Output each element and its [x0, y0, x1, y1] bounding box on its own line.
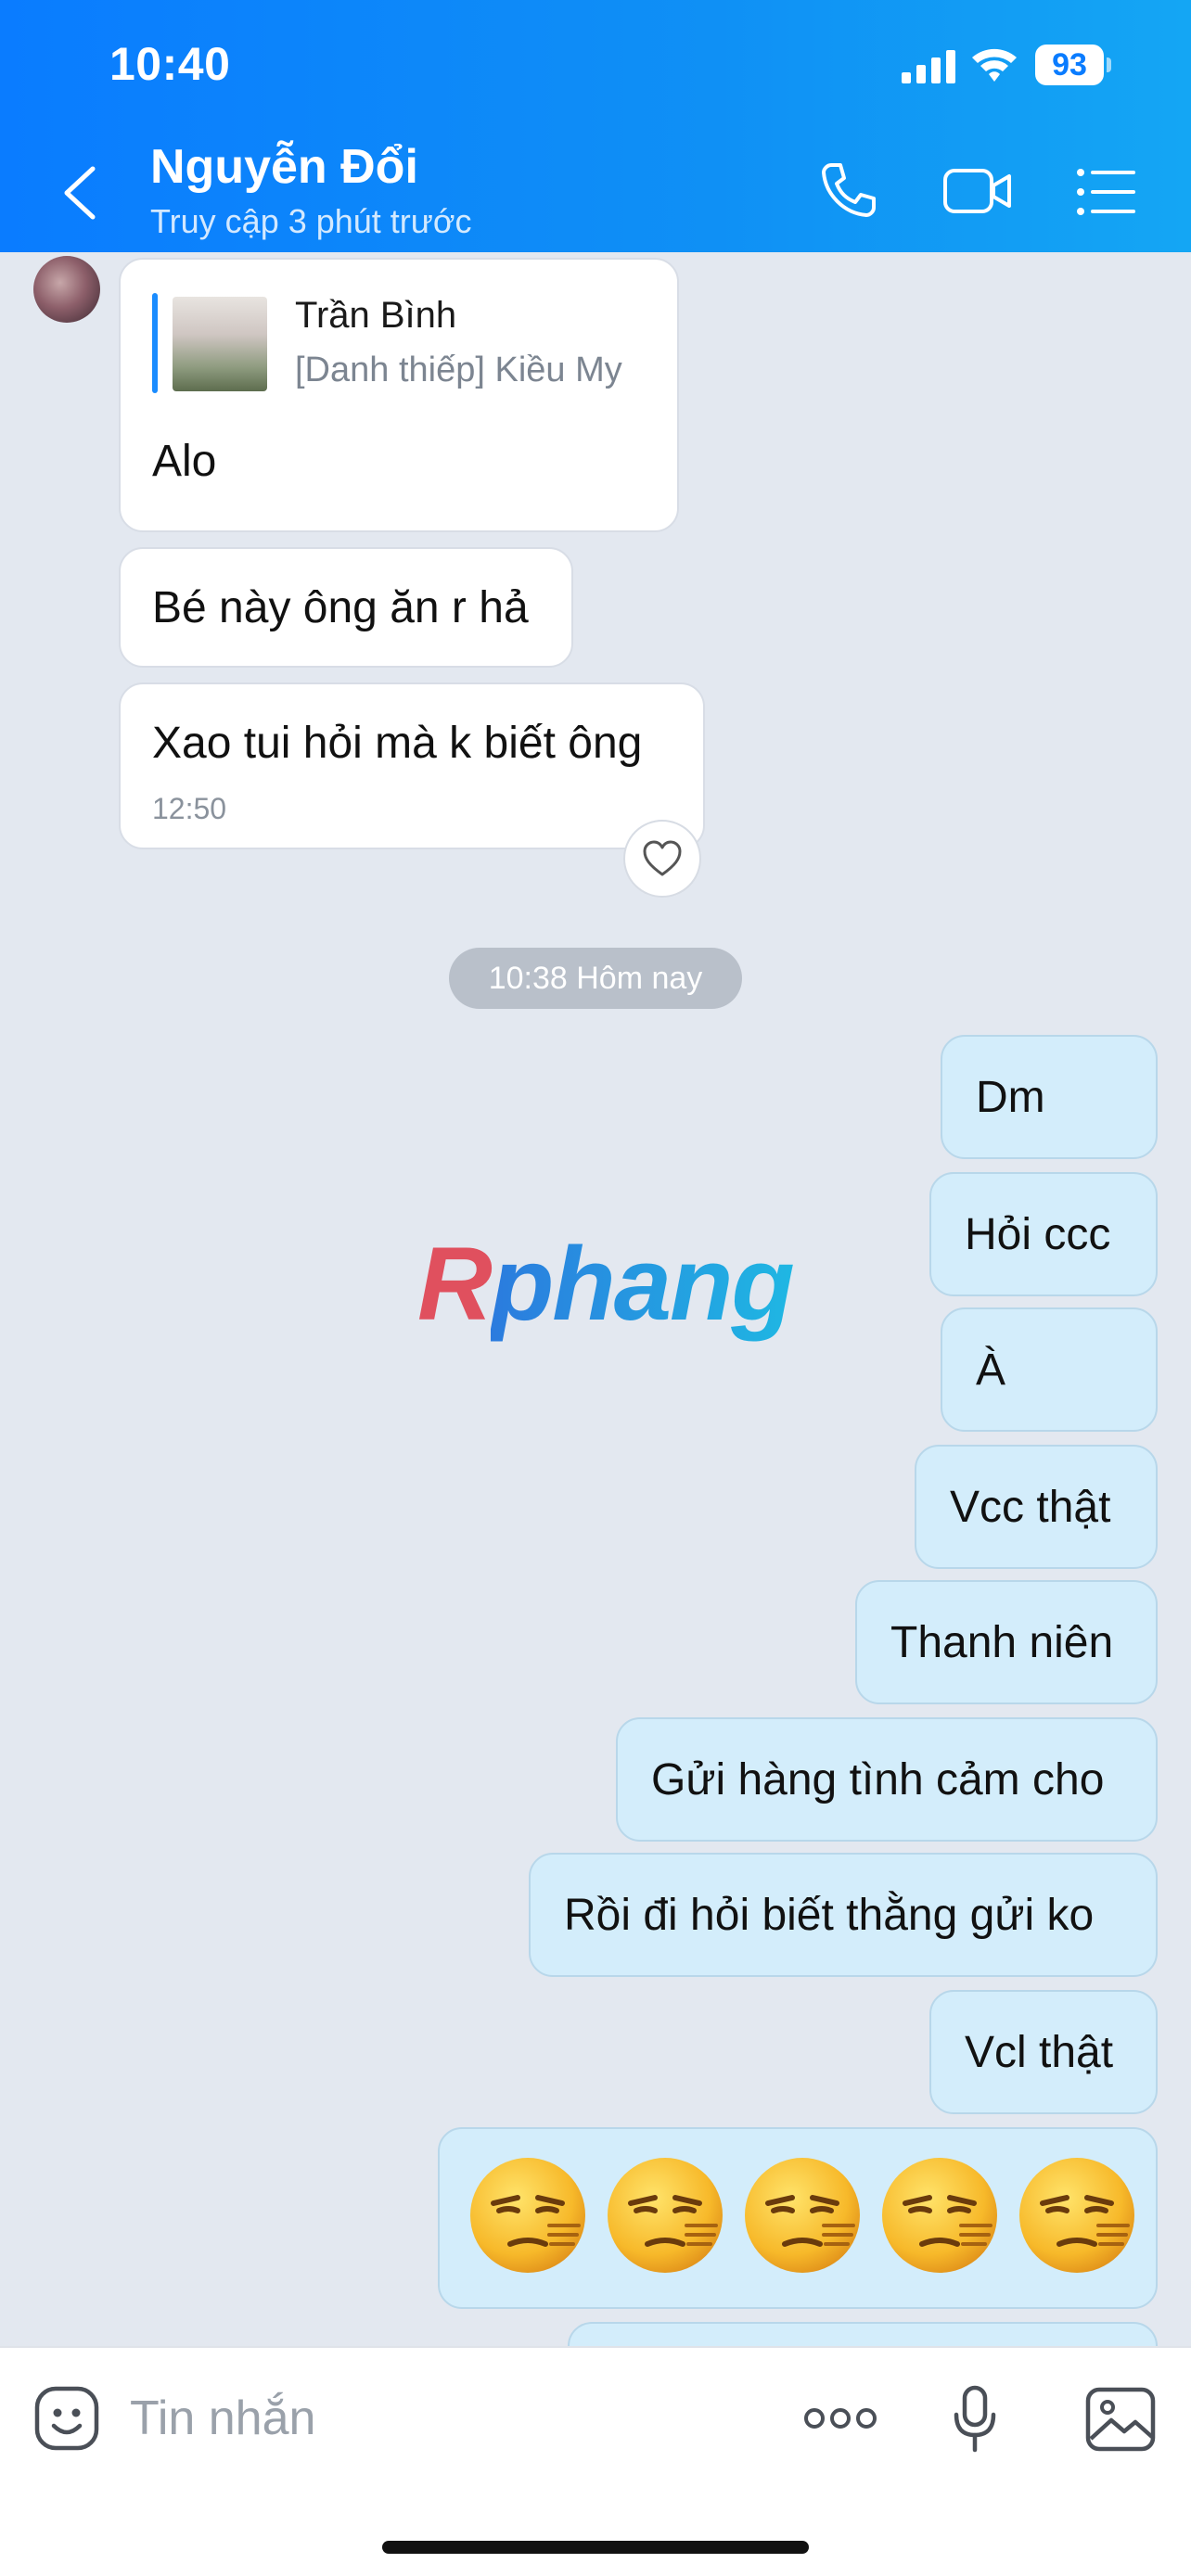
message-bubble-incoming[interactable]: Bé này ông ăn r hả — [119, 547, 573, 668]
status-time: 10:40 — [109, 38, 231, 90]
cellular-signal-icon — [902, 50, 955, 83]
battery-indicator: 93 — [1035, 45, 1111, 85]
react-heart-button[interactable] — [623, 820, 701, 898]
unamused-face-icon — [745, 2158, 860, 2273]
quote-sender: Trần Bình — [295, 295, 457, 336]
list-menu-icon[interactable] — [1076, 167, 1135, 217]
date-divider: 10:38 Hôm nay — [449, 948, 742, 1009]
message-bubble-outgoing[interactable]: Rồi đi hỏi biết thằng gửi ko — [529, 1853, 1158, 1977]
microphone-icon[interactable] — [952, 2385, 998, 2454]
quote-accent-bar — [152, 293, 158, 393]
message-bubble-outgoing[interactable]: Hỏi ccc — [929, 1172, 1158, 1296]
watermark-logo: Rphang — [417, 1224, 795, 1344]
message-text: Dm — [976, 1073, 1045, 1122]
chat-header: 10:40 93 Nguyễn Đổi Truy cập 3 phút trướ… — [0, 0, 1191, 252]
more-icon[interactable] — [803, 2400, 877, 2437]
watermark-word: phang — [490, 1226, 795, 1342]
sticker-icon[interactable] — [33, 2385, 100, 2452]
message-time: 12:50 — [152, 792, 227, 825]
back-icon[interactable] — [59, 163, 100, 223]
video-call-icon[interactable] — [942, 165, 1013, 217]
watermark-letter: R — [417, 1226, 493, 1342]
contact-last-seen: Truy cập 3 phút trước — [150, 202, 472, 240]
unamused-face-icon — [608, 2158, 723, 2273]
message-text: Vcc thật — [950, 1483, 1111, 1532]
unamused-face-icon — [1019, 2158, 1134, 2273]
message-bubble-outgoing-partial[interactable] — [568, 2322, 1158, 2346]
message-bubble-incoming[interactable]: Xao tui hỏi mà k biết ông 12:50 — [119, 682, 705, 849]
wifi-icon — [972, 48, 1017, 82]
message-text: Alo — [152, 437, 217, 486]
unamused-face-icon — [470, 2158, 585, 2273]
message-text: À — [976, 1345, 1006, 1395]
emoji-row — [467, 2155, 1137, 2276]
message-text: Hỏi ccc — [965, 1210, 1111, 1259]
message-bubble-emoji[interactable] — [438, 2127, 1158, 2309]
message-bubble-outgoing[interactable]: Vcl thật — [929, 1990, 1158, 2114]
message-text: Thanh niên — [890, 1618, 1114, 1667]
message-text: Rồi đi hỏi biết thằng gửi ko — [564, 1891, 1095, 1940]
message-text: Vcl thật — [965, 2028, 1114, 2077]
message-bubble-outgoing[interactable]: Gửi hàng tình cảm cho — [616, 1717, 1158, 1842]
composer-bar — [0, 2346, 1191, 2576]
battery-level: 93 — [1035, 45, 1104, 85]
image-icon[interactable] — [1085, 2387, 1156, 2452]
message-bubble-outgoing[interactable]: Thanh niên — [855, 1580, 1158, 1704]
home-indicator — [382, 2541, 809, 2554]
message-text: Bé này ông ăn r hả — [152, 583, 529, 632]
heart-icon — [643, 840, 682, 876]
contact-name[interactable]: Nguyễn Đổi — [150, 139, 418, 195]
message-bubble-outgoing[interactable]: Vcc thật — [915, 1445, 1158, 1569]
quote-preview: [Danh thiếp] Kiều My — [295, 351, 622, 389]
message-text: Gửi hàng tình cảm cho — [651, 1755, 1105, 1804]
message-text: Xao tui hỏi mà k biết ông — [152, 719, 643, 768]
message-bubble-outgoing[interactable]: Dm — [941, 1035, 1158, 1159]
contact-avatar[interactable] — [33, 256, 100, 323]
message-bubble-outgoing[interactable]: À — [941, 1307, 1158, 1432]
phone-icon[interactable] — [818, 159, 877, 219]
quote-thumbnail — [173, 297, 267, 391]
message-bubble-quoted[interactable]: Trần Bình [Danh thiếp] Kiều My Alo — [119, 258, 679, 532]
battery-tip — [1107, 57, 1111, 72]
message-input[interactable] — [130, 2379, 649, 2457]
unamused-face-icon — [882, 2158, 997, 2273]
message-list[interactable]: Trần Bình [Danh thiếp] Kiều My Alo Bé nà… — [0, 252, 1191, 2346]
